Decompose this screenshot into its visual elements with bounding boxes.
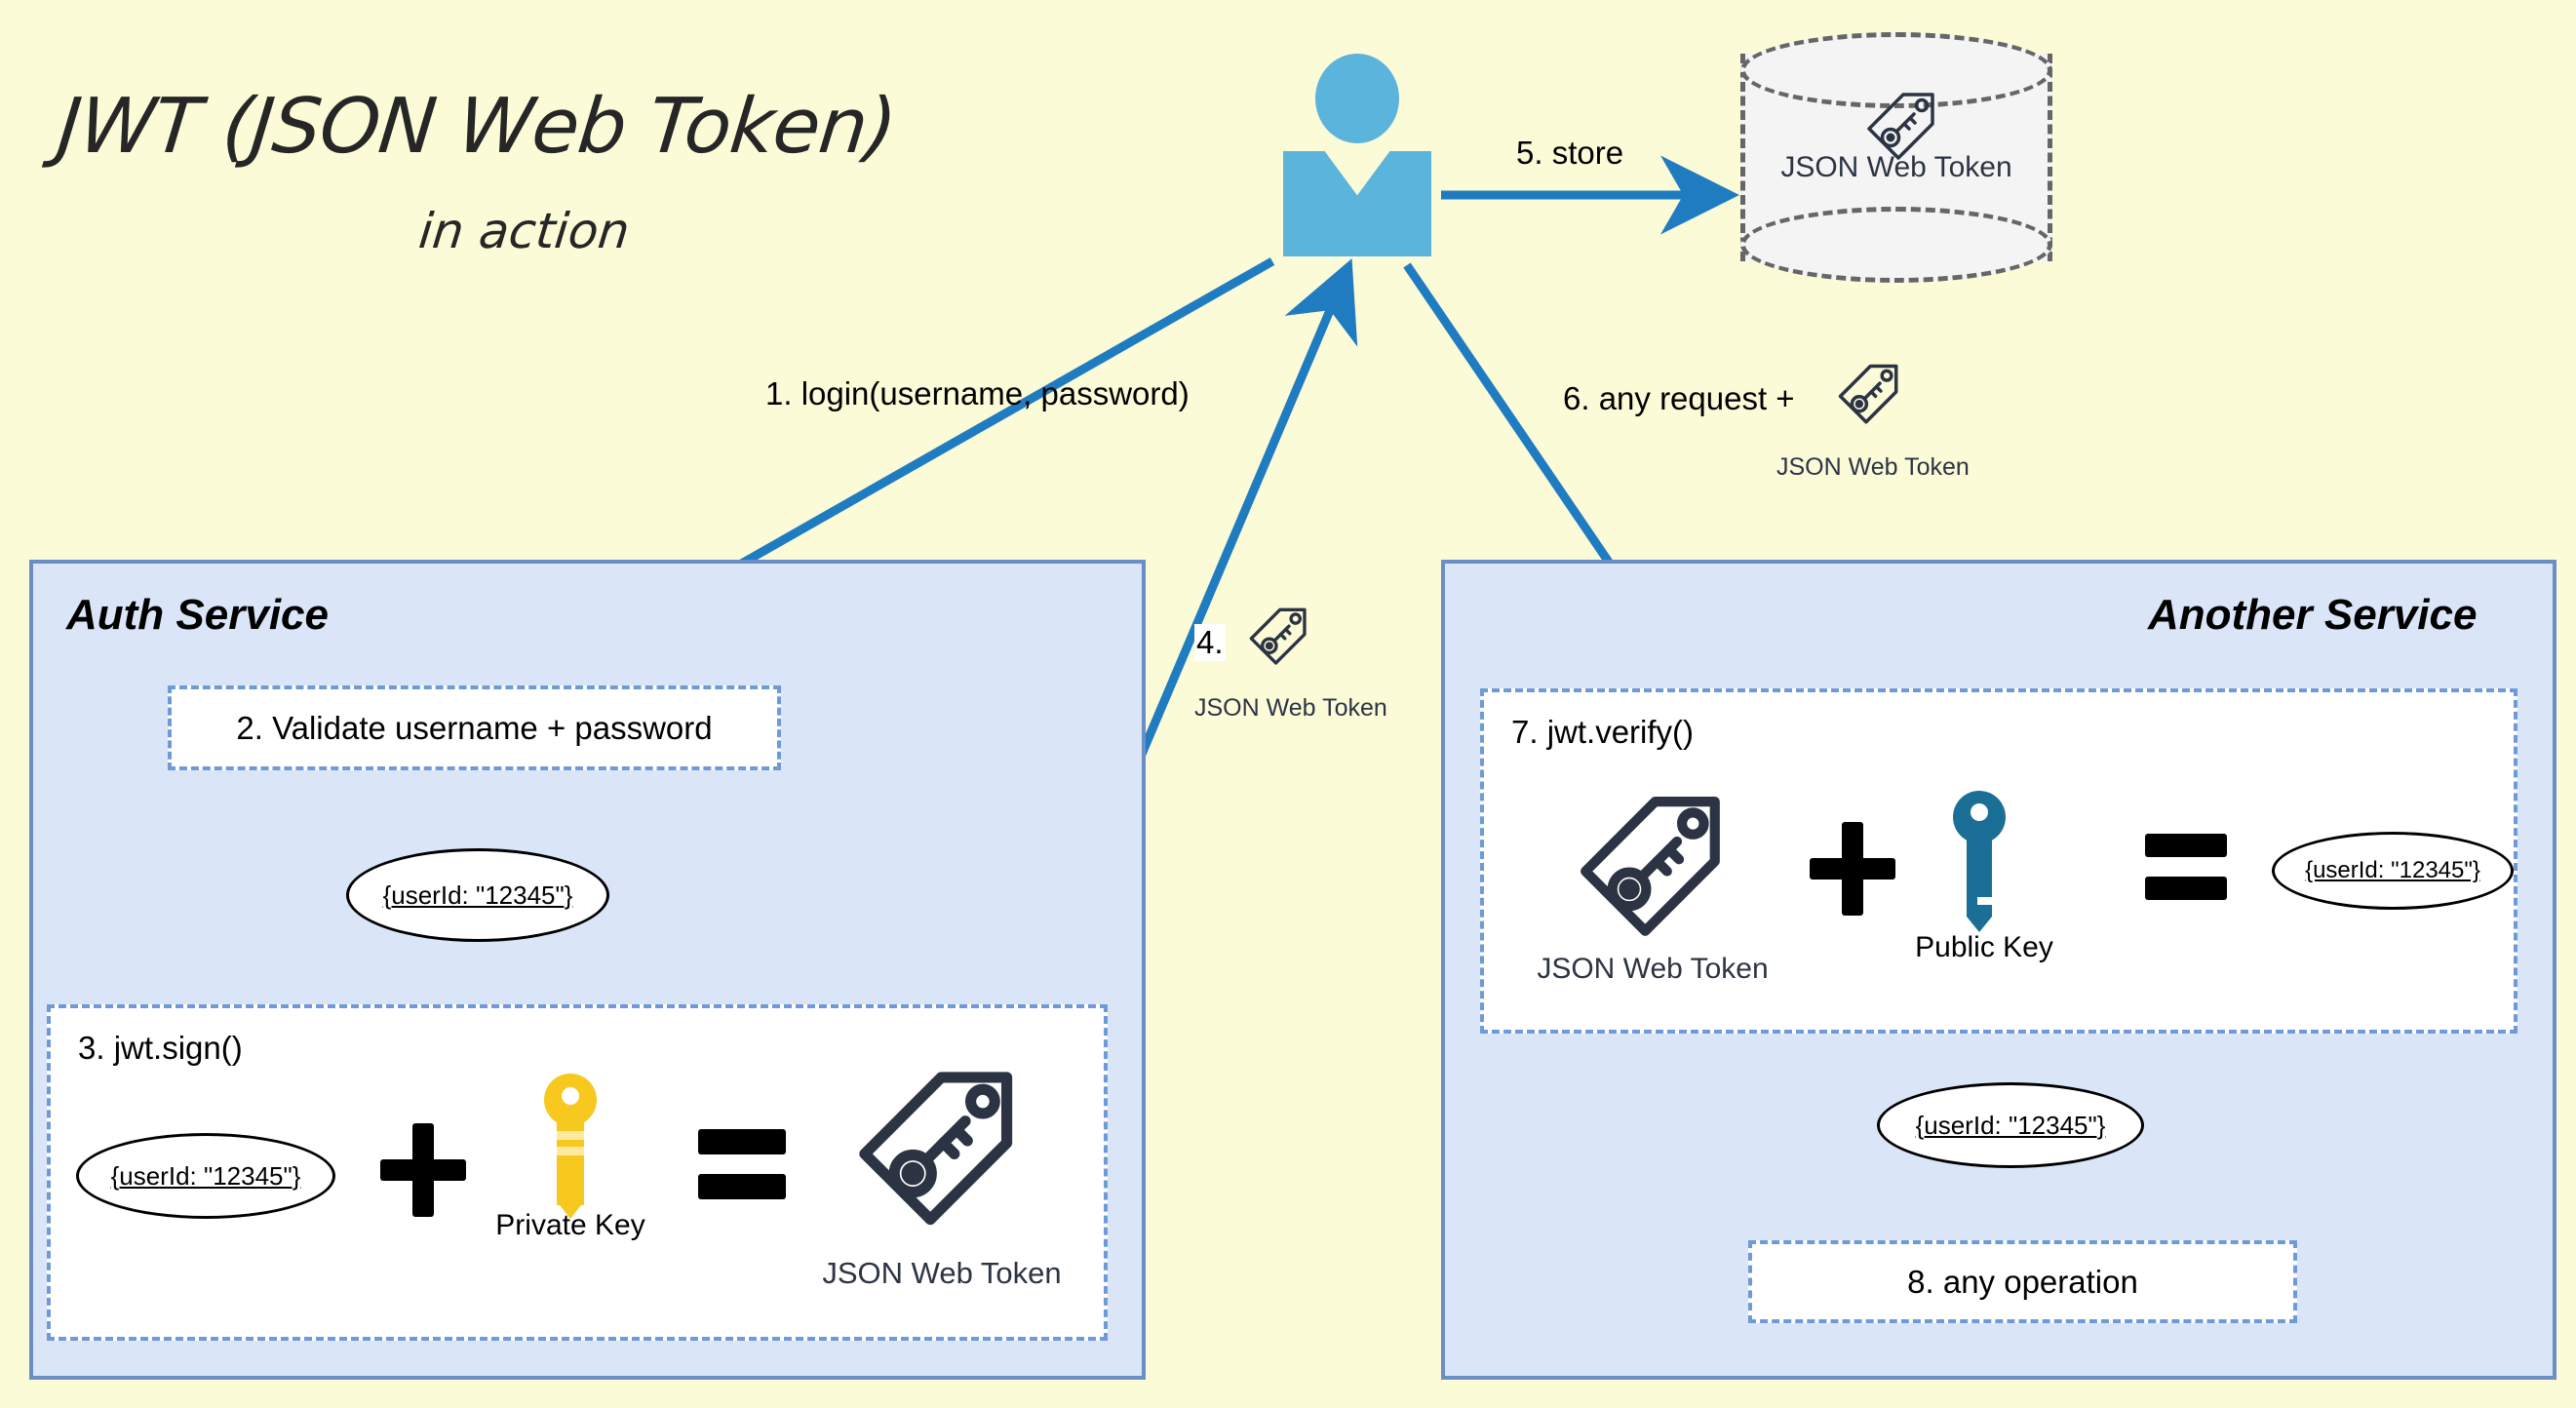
step-6-label: 6. any request + [1563,380,1795,416]
auth-payload-text: {userId: "12345"} [382,880,573,910]
public-key-icon-wrap [1953,791,2006,932]
database-content: JSON Web Token [1740,87,2052,183]
jwt-tag-key-icon [859,1072,1013,1226]
auth-service-title: Auth Service [66,591,329,639]
sign-input-payload-ellipse: {userId: "12345"} [76,1133,335,1219]
jwt-sign-label: 3. jwt.sign() [78,1030,243,1066]
step-1-label: 1. login(username, password) [765,375,1190,411]
public-key-label: Public Key [1915,931,2053,963]
jwt-tag-key-icon [1581,797,1720,936]
user-figure [1283,54,1431,258]
sign-plus-icon [380,1123,466,1217]
validate-credentials-box: 2. Validate username + password [168,685,781,770]
another-payload-text: {userId: "12345"} [1915,1110,2106,1140]
private-key-label: Private Key [495,1209,645,1241]
jwt-verify-label: 7. jwt.verify() [1511,714,1695,750]
auth-payload-ellipse: {userId: "12345"} [346,848,609,942]
verify-output-payload-text: {userId: "12345"} [2305,857,2480,883]
database-token-label: JSON Web Token [1780,151,2012,183]
token-store-database: JSON Web Token [1740,32,2052,283]
jwt-tag-key-icon [1838,364,1898,424]
page-subtitle: in action [415,203,633,259]
any-operation-box: 8. any operation [1748,1240,2297,1323]
page-title: JWT (JSON Web Token) [54,83,900,171]
person-head-icon [1315,54,1399,143]
step-4-token-icon-wrap [1249,607,1307,665]
sign-token-label: JSON Web Token [822,1256,1062,1290]
another-service-title: Another Service [2148,591,2478,639]
sign-input-payload-text: {userId: "12345"} [110,1160,301,1191]
public-key-icon [1953,791,2006,932]
verify-token-icon-wrap [1581,797,1720,936]
private-key-icon [544,1074,597,1219]
step-4-token-label: JSON Web Token [1194,694,1387,722]
verify-token-label: JSON Web Token [1537,953,1769,985]
validate-credentials-label: 2. Validate username + password [236,709,713,746]
step-5-label: 5. store [1516,135,1624,171]
another-payload-ellipse: {userId: "12345"} [1877,1082,2144,1168]
private-key-icon-wrap [544,1074,597,1219]
sign-equals-icon [698,1129,786,1207]
step-6-token-label: JSON Web Token [1776,453,1970,481]
step-4-label: 4. [1194,624,1226,661]
sign-token-icon-wrap [859,1072,1013,1226]
person-body-icon [1283,151,1431,256]
verify-equals-icon [2145,834,2227,910]
diagram-canvas: JWT (JSON Web Token) in action JSON Web … [0,0,2576,1408]
verify-output-payload-ellipse: {userId: "12345"} [2272,832,2514,910]
any-operation-label: 8. any operation [1907,1263,2138,1300]
step-6-token-icon-wrap [1838,364,1898,424]
jwt-tag-key-icon [1249,607,1307,665]
database-bottom-ellipse [1740,207,2052,283]
